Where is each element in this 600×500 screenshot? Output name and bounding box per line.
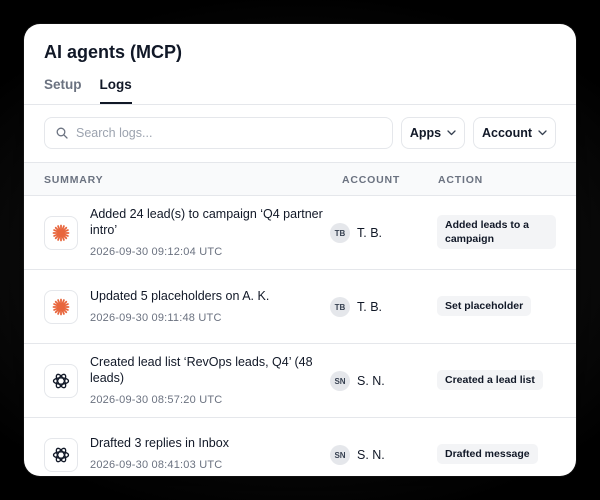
table-row[interactable]: Added 24 lead(s) to campaign ‘Q4 partner… (24, 196, 576, 270)
row-summary: Drafted 3 replies in Inbox 2026-09-30 08… (90, 435, 330, 473)
tab-logs[interactable]: Logs (99, 74, 132, 104)
ai-agents-panel: AI agents (MCP) Setup Logs Apps Account (24, 24, 576, 476)
row-timestamp: 2026-09-30 09:12:04 UTC (90, 246, 223, 258)
avatar: SN (330, 371, 350, 391)
row-summary: Updated 5 placeholders on A. K. 2026-09-… (90, 288, 330, 326)
search-icon (56, 127, 68, 139)
row-summary-text: Drafted 3 replies in Inbox (90, 436, 229, 450)
table-header: SUMMARY ACCOUNT ACTION (24, 162, 576, 196)
column-header-account: ACCOUNT (342, 174, 401, 186)
row-summary: Created lead list ‘RevOps leads, Q4’ (48… (90, 354, 330, 408)
chevron-down-icon (538, 130, 547, 136)
row-summary-text: Updated 5 placeholders on A. K. (90, 289, 270, 303)
row-timestamp: 2026-09-30 08:41:03 UTC (90, 459, 223, 471)
chevron-down-icon (447, 130, 456, 136)
table-row[interactable]: Drafted 3 replies in Inbox 2026-09-30 08… (24, 418, 576, 476)
row-timestamp: 2026-09-30 08:57:20 UTC (90, 394, 223, 406)
account-name: T. B. (357, 300, 383, 314)
row-account: TB T. B. (330, 223, 382, 243)
account-dropdown-label: Account (482, 126, 532, 140)
table-row[interactable]: Updated 5 placeholders on A. K. 2026-09-… (24, 270, 576, 344)
action-badge: Set placeholder (437, 296, 532, 316)
account-name: S. N. (357, 448, 385, 462)
sparkle-asterisk-icon (44, 216, 78, 250)
row-summary: Added 24 lead(s) to campaign ‘Q4 partner… (90, 206, 330, 260)
filter-bar: Apps Account (44, 117, 556, 149)
action-badge: Added leads to a campaign (437, 215, 556, 249)
apps-dropdown-label: Apps (409, 126, 442, 140)
row-timestamp: 2026-09-30 09:11:48 UTC (90, 312, 222, 324)
row-account: SN S. N. (330, 371, 385, 391)
avatar: SN (330, 445, 350, 465)
search-box[interactable] (44, 117, 393, 149)
row-summary-text: Created lead list ‘RevOps leads, Q4’ (48… (90, 355, 313, 385)
openai-knot-icon (44, 364, 78, 398)
account-name: S. N. (357, 374, 385, 388)
tab-setup[interactable]: Setup (44, 74, 82, 104)
row-account: SN S. N. (330, 445, 385, 465)
account-dropdown[interactable]: Account (473, 117, 556, 149)
sparkle-asterisk-icon (44, 290, 78, 324)
row-summary-text: Added 24 lead(s) to campaign ‘Q4 partner… (90, 207, 323, 237)
column-header-summary: SUMMARY (44, 174, 104, 186)
page-title: AI agents (MCP) (44, 42, 183, 62)
openai-knot-icon (44, 438, 78, 472)
apps-dropdown[interactable]: Apps (401, 117, 465, 149)
table-row[interactable]: Created lead list ‘RevOps leads, Q4’ (48… (24, 344, 576, 418)
row-account: TB T. B. (330, 297, 382, 317)
tabs-divider (24, 104, 576, 105)
tab-bar: Setup Logs (44, 74, 132, 104)
avatar: TB (330, 297, 350, 317)
column-header-action: ACTION (438, 174, 484, 186)
action-badge: Created a lead list (437, 370, 543, 390)
search-input[interactable] (76, 126, 366, 140)
action-badge: Drafted message (437, 444, 538, 464)
avatar: TB (330, 223, 350, 243)
account-name: T. B. (357, 226, 383, 240)
